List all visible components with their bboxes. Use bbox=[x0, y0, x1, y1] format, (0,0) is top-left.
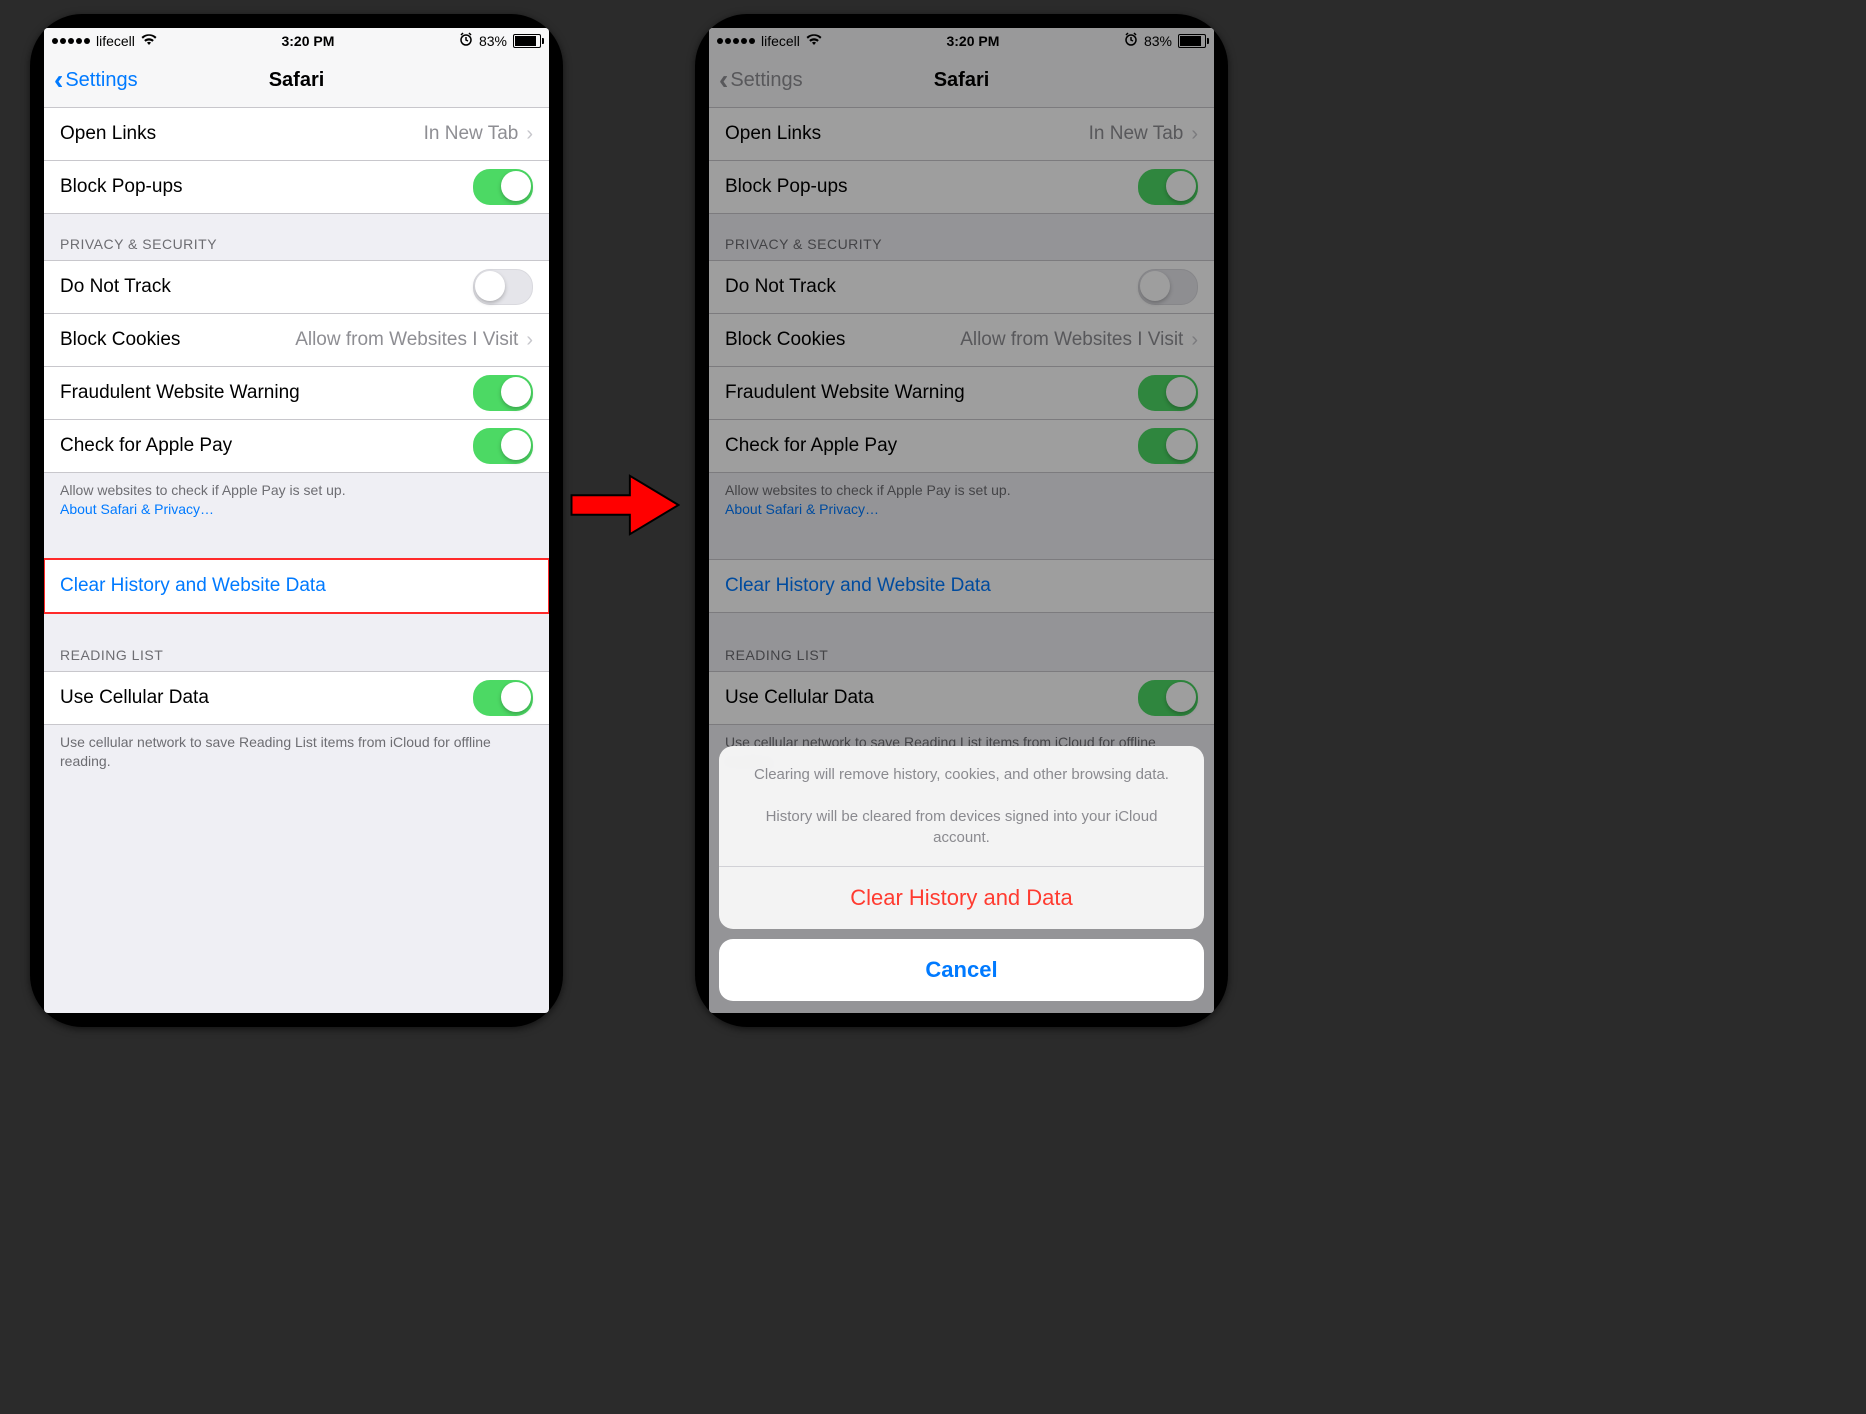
battery-icon bbox=[513, 34, 541, 48]
phone-after: lifecell 3:20 PM 83% ‹ Settings Safari bbox=[695, 14, 1228, 1027]
apple-pay-toggle[interactable] bbox=[473, 428, 533, 464]
wifi-icon bbox=[141, 33, 157, 49]
privacy-header: PRIVACY & SECURITY bbox=[44, 214, 549, 260]
screen: lifecell 3:20 PM 83% ‹ Settings Safari bbox=[709, 28, 1214, 1013]
page-title: Safari bbox=[269, 69, 325, 92]
action-sheet: Clearing will remove history, cookies, a… bbox=[719, 746, 1204, 1001]
alarm-icon bbox=[459, 32, 473, 49]
fraud-warning-toggle[interactable] bbox=[473, 375, 533, 411]
block-popups-cell: Block Pop-ups bbox=[44, 161, 549, 214]
privacy-footer-text: Allow websites to check if Apple Pay is … bbox=[60, 482, 346, 498]
status-bar: lifecell 3:20 PM 83% bbox=[44, 28, 549, 53]
do-not-track-label: Do Not Track bbox=[60, 276, 171, 298]
cellular-cell: Use Cellular Data bbox=[44, 671, 549, 725]
chevron-right-icon: › bbox=[526, 329, 533, 352]
about-privacy-link[interactable]: About Safari & Privacy… bbox=[60, 501, 214, 517]
chevron-right-icon: › bbox=[526, 123, 533, 146]
status-time: 3:20 PM bbox=[281, 33, 334, 49]
do-not-track-cell: Do Not Track bbox=[44, 260, 549, 314]
cancel-button[interactable]: Cancel bbox=[719, 939, 1204, 1001]
back-button[interactable]: ‹ Settings bbox=[54, 66, 138, 94]
cellular-label: Use Cellular Data bbox=[60, 687, 209, 709]
clear-history-cell[interactable]: Clear History and Website Data bbox=[44, 559, 549, 613]
open-links-value: In New Tab bbox=[424, 123, 519, 145]
do-not-track-toggle[interactable] bbox=[473, 269, 533, 305]
nav-bar: ‹ Settings Safari bbox=[44, 53, 549, 108]
reading-header: READING LIST bbox=[44, 613, 549, 671]
fraud-warning-label: Fraudulent Website Warning bbox=[60, 382, 300, 404]
transition-arrow-icon bbox=[570, 470, 680, 540]
clear-history-label: Clear History and Website Data bbox=[60, 575, 326, 597]
block-popups-toggle[interactable] bbox=[473, 169, 533, 205]
action-sheet-body: Clearing will remove history, cookies, a… bbox=[719, 746, 1204, 929]
open-links-label: Open Links bbox=[60, 123, 156, 145]
fraud-warning-cell: Fraudulent Website Warning bbox=[44, 367, 549, 420]
cellular-toggle[interactable] bbox=[473, 680, 533, 716]
screen: lifecell 3:20 PM 83% ‹ Settings Safari bbox=[44, 28, 549, 1013]
phone-before: lifecell 3:20 PM 83% ‹ Settings Safari bbox=[30, 14, 563, 1027]
carrier-label: lifecell bbox=[96, 33, 135, 49]
clear-history-confirm-button[interactable]: Clear History and Data bbox=[719, 867, 1204, 929]
block-cookies-label: Block Cookies bbox=[60, 329, 180, 351]
open-links-cell[interactable]: Open Links In New Tab › bbox=[44, 108, 549, 161]
reading-footer: Use cellular network to save Reading Lis… bbox=[44, 725, 549, 783]
sheet-message-1: Clearing will remove history, cookies, a… bbox=[754, 766, 1169, 783]
chevron-left-icon: ‹ bbox=[54, 66, 63, 94]
privacy-footer: Allow websites to check if Apple Pay is … bbox=[44, 473, 549, 531]
signal-dots-icon bbox=[52, 38, 90, 44]
apple-pay-cell: Check for Apple Pay bbox=[44, 420, 549, 473]
apple-pay-label: Check for Apple Pay bbox=[60, 435, 232, 457]
battery-pct: 83% bbox=[479, 33, 507, 49]
sheet-message-2: History will be cleared from devices sig… bbox=[766, 808, 1158, 846]
back-label: Settings bbox=[65, 69, 137, 92]
block-cookies-value: Allow from Websites I Visit bbox=[295, 329, 518, 351]
block-cookies-cell[interactable]: Block Cookies Allow from Websites I Visi… bbox=[44, 314, 549, 367]
block-popups-label: Block Pop-ups bbox=[60, 176, 183, 198]
sheet-message: Clearing will remove history, cookies, a… bbox=[719, 746, 1204, 866]
